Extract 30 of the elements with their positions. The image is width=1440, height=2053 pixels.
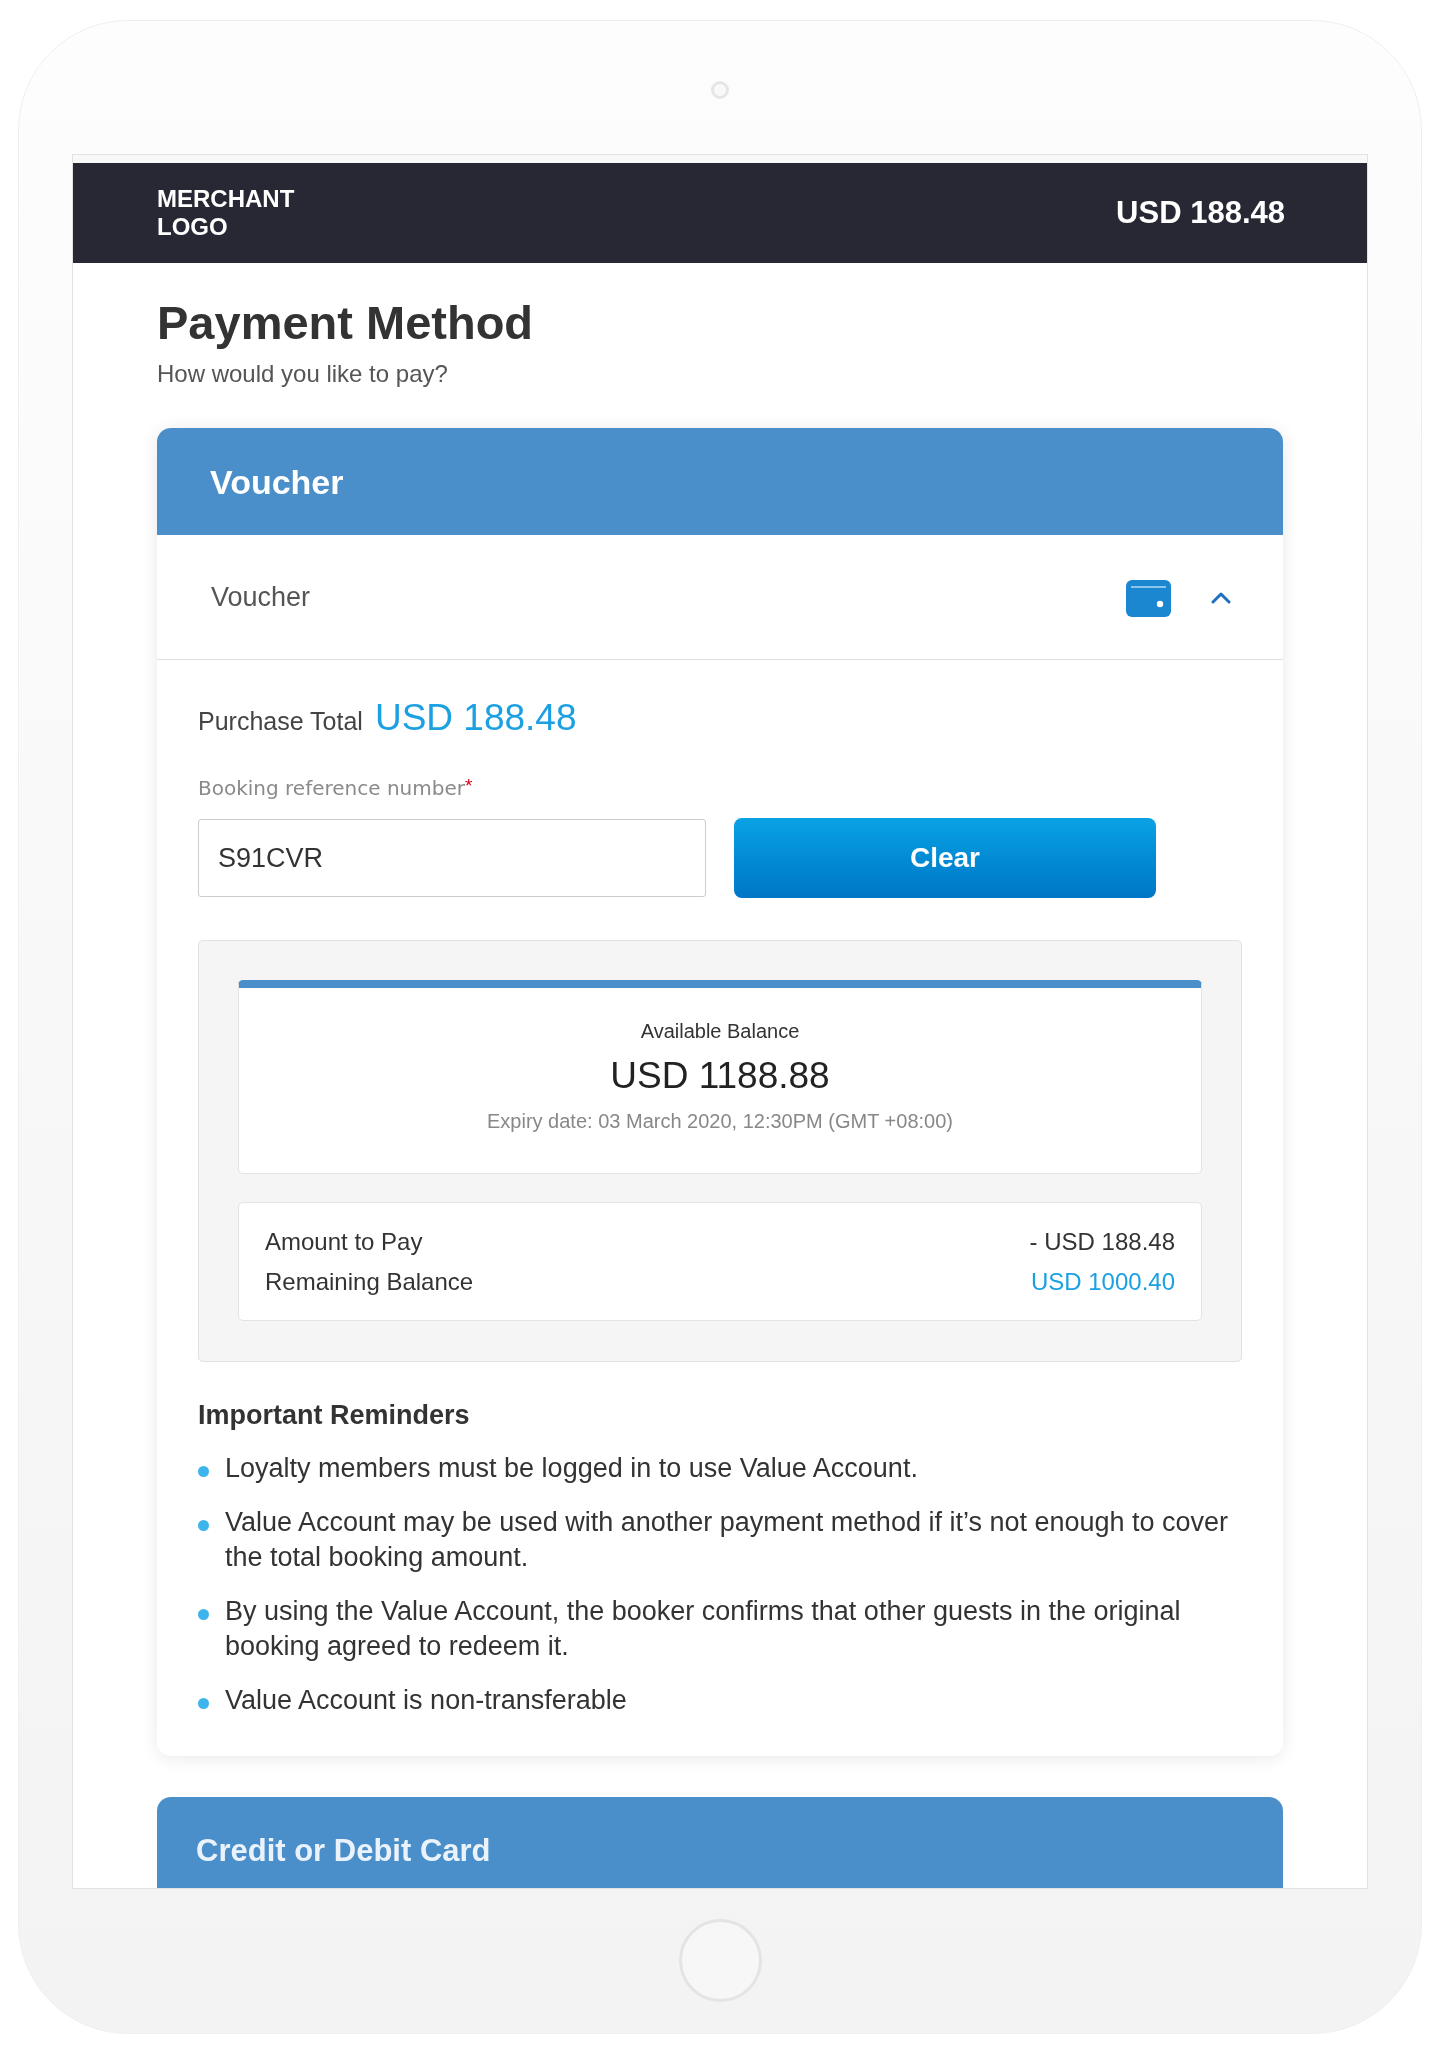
bullet-icon <box>198 1698 209 1709</box>
panel-title: Credit or Debit Card <box>196 1832 491 1869</box>
merchant-logo: MERCHANT LOGO <box>157 185 296 241</box>
reminders-title: Important Reminders <box>198 1400 471 1430</box>
summary-label: Amount to Pay <box>265 1227 423 1257</box>
summary-value: - USD 188.48 <box>1029 1227 1175 1257</box>
field-label: Booking reference number <box>198 776 465 800</box>
page-subtitle: How would you like to pay? <box>157 360 449 388</box>
bullet-icon <box>198 1609 209 1620</box>
purchase-total-amount: USD 188.48 <box>374 696 577 740</box>
reminder-text: By using the Value Account, the booker confirms that other guests in the original booking agreed to redeem it. <box>225 1595 1182 1663</box>
balance-amount: USD 1188.88 <box>610 1054 830 1098</box>
header-amount: USD 188.48 <box>1116 195 1285 231</box>
page-title: Payment Method <box>157 296 535 349</box>
panel-title: Voucher <box>210 461 344 502</box>
wallet-icon <box>1126 577 1171 617</box>
bullet-icon <box>198 1520 209 1531</box>
reminder-text: Loyalty members must be logged in to use Value Account. <box>225 1452 918 1485</box>
summary-value: USD 1000.40 <box>1030 1267 1175 1297</box>
expiry-date: Expiry date: 03 March 2020, 12:30PM (GMT +08:00) <box>487 1109 953 1133</box>
booking-reference-field[interactable]: S91CVR <box>198 819 706 897</box>
required-mark: * <box>465 776 473 796</box>
reminder-text: Value Account may be used with another payment method if it’s not enough to cover the total booking amount. <box>225 1506 1230 1574</box>
payment-option-label: Voucher <box>211 581 312 613</box>
balance-label: Available Balance <box>640 1019 800 1043</box>
reminder-text: Value Account is non-transferable <box>225 1684 627 1717</box>
bullet-icon <box>198 1466 209 1477</box>
clear-button[interactable]: Clear <box>734 818 1156 898</box>
purchase-total-label: Purchase Total <box>198 706 363 736</box>
summary-label: Remaining Balance <box>265 1267 474 1297</box>
